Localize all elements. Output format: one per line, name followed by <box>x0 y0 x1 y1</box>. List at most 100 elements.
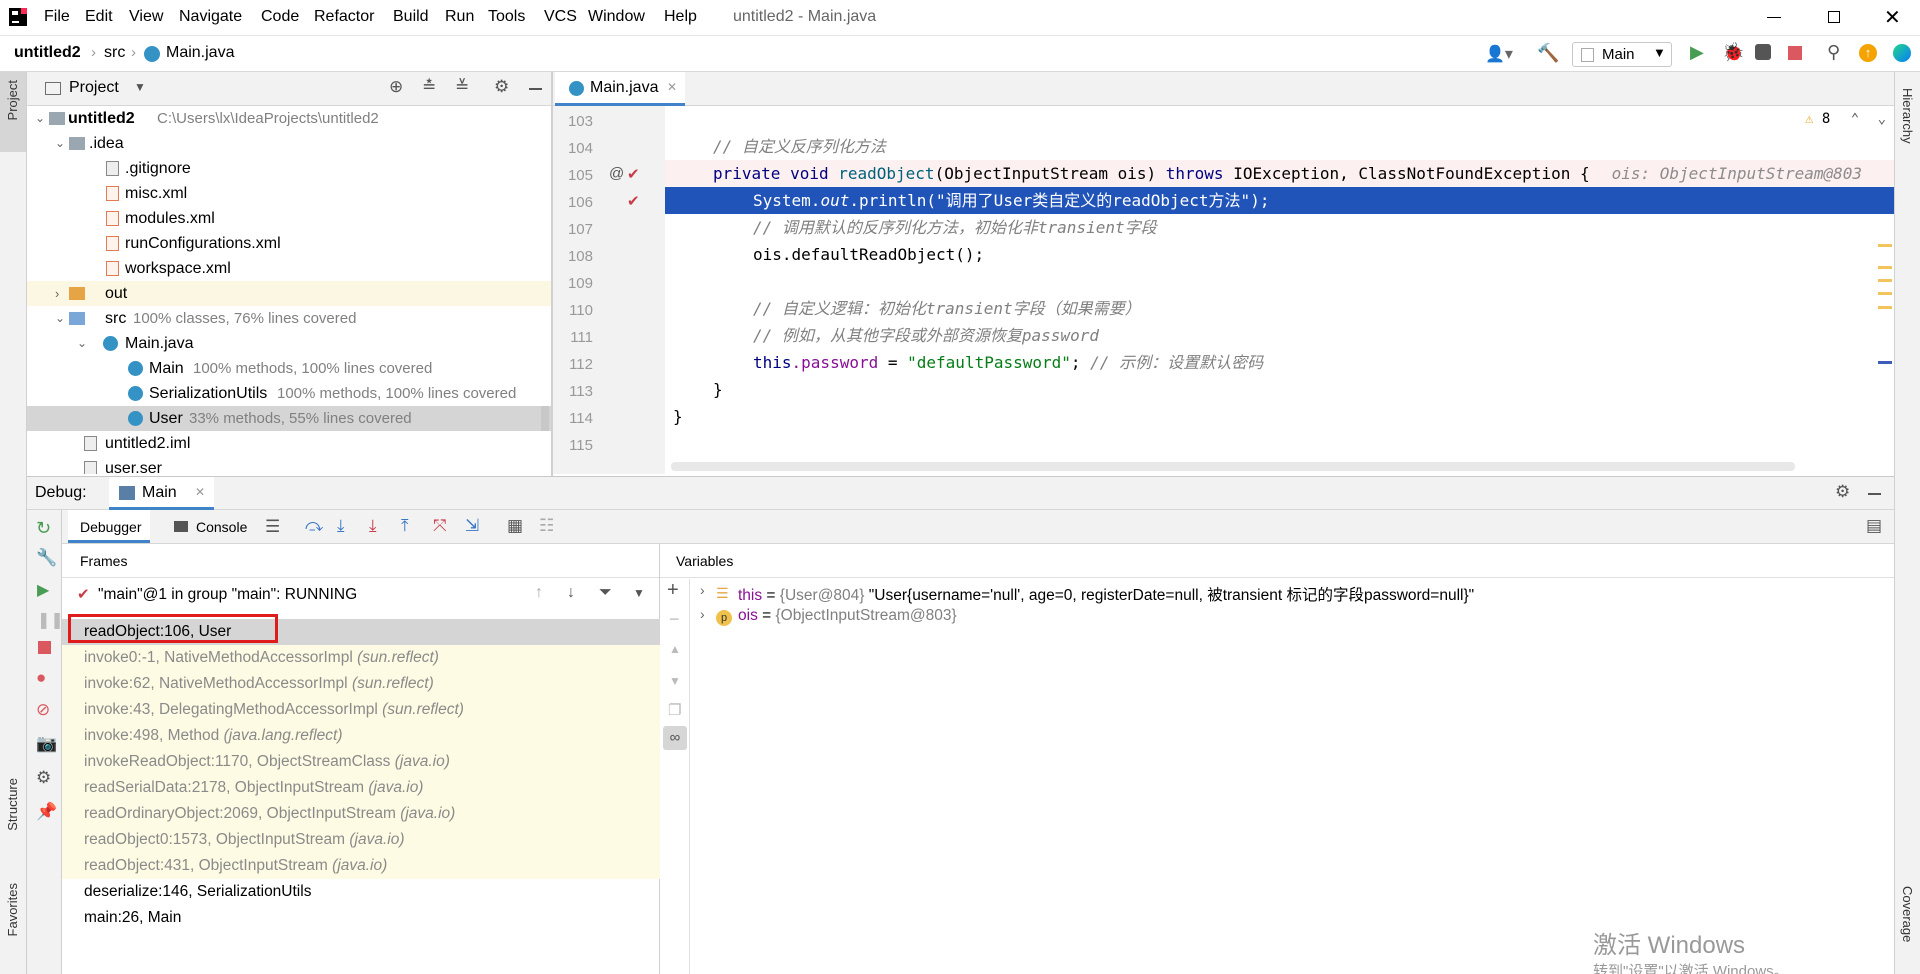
breadcrumb-file[interactable]: Main.java <box>166 44 234 62</box>
step-out-icon[interactable]: ⤒ <box>401 516 409 536</box>
warning-indicator[interactable]: ⚠ 8 ⌃ ⌄ <box>1805 111 1886 127</box>
stop-icon[interactable] <box>38 641 51 654</box>
restore-icon[interactable] <box>1828 11 1840 23</box>
modify-run-config-icon[interactable]: 🔧 <box>36 548 57 568</box>
gear-icon[interactable]: ⚙ <box>494 77 509 97</box>
tree-row-gitignore[interactable]: .gitignore <box>27 156 551 181</box>
stack-frame[interactable]: invoke0:-1, NativeMethodAccessorImpl (su… <box>62 645 660 671</box>
tree-row-class-serialization[interactable]: SerializationUtils 100% methods, 100% li… <box>27 381 551 406</box>
pin-icon[interactable]: 📌 <box>36 802 57 822</box>
previous-highlight-icon[interactable]: ⌃ <box>1851 111 1859 127</box>
stack-frame[interactable]: invoke:43, DelegatingMethodAccessorImpl … <box>62 697 660 723</box>
layout-settings-icon[interactable]: ▤ <box>1866 516 1882 536</box>
tab-main-java[interactable]: Main.java ✕ <box>555 72 685 106</box>
stack-frame[interactable]: readObject0:1573, ObjectInputStream (jav… <box>62 827 660 853</box>
hierarchy-tool-tab[interactable]: Hierarchy <box>1895 82 1920 172</box>
gear-icon[interactable]: ⚙ <box>1835 482 1850 502</box>
stack-frame[interactable]: invokeReadObject:1170, ObjectStreamClass… <box>62 749 660 775</box>
menu-run[interactable]: Run <box>445 8 474 26</box>
debug-icon[interactable]: 🐞 <box>1722 42 1744 63</box>
mute-breakpoints-icon[interactable]: ⊘ <box>36 700 50 720</box>
project-scrollbar[interactable] <box>541 406 549 431</box>
chevron-down-icon[interactable]: ▼ <box>134 80 146 94</box>
tree-row-runconfigurations[interactable]: runConfigurations.xml <box>27 231 551 256</box>
structure-tool-tab[interactable]: Structure <box>0 772 26 852</box>
tree-row-modules[interactable]: modules.xml <box>27 206 551 231</box>
tree-row-mainjava[interactable]: ⌄ Main.java <box>27 331 551 356</box>
threads-layout-icon[interactable]: ☰ <box>265 517 280 537</box>
view-breakpoints-icon[interactable]: ● <box>36 668 46 688</box>
menu-help[interactable]: Help <box>664 8 697 26</box>
stack-frame[interactable]: readOrdinaryObject:2069, ObjectInputStre… <box>62 801 660 827</box>
menu-edit[interactable]: Edit <box>85 8 113 26</box>
tree-row-root[interactable]: ⌄ untitled2 C:\Users\lx\IdeaProjects\unt… <box>27 106 551 131</box>
error-stripe-marker[interactable] <box>1878 266 1892 269</box>
project-view-title[interactable]: Project <box>69 79 119 97</box>
menu-navigate[interactable]: Navigate <box>179 8 242 26</box>
chevron-right-icon[interactable]: › <box>700 606 705 622</box>
stack-frame[interactable]: main:26, Main <box>62 905 660 931</box>
close-tab-icon[interactable]: ✕ <box>667 80 677 94</box>
breadcrumb-project[interactable]: untitled2 <box>14 44 81 62</box>
rerun-icon[interactable]: ↻ <box>36 518 51 539</box>
menu-build[interactable]: Build <box>393 8 429 26</box>
menu-view[interactable]: View <box>129 8 163 26</box>
stop-icon[interactable] <box>1788 46 1802 60</box>
menu-tools[interactable]: Tools <box>488 8 525 26</box>
tree-row-class-main[interactable]: Main 100% methods, 100% lines covered <box>27 356 551 381</box>
run-to-cursor-icon[interactable]: ⇲ <box>465 516 479 536</box>
locate-icon[interactable]: ⊕ <box>389 77 403 97</box>
minimize-icon[interactable] <box>1767 17 1781 18</box>
close-window-icon[interactable]: ✕ <box>1884 5 1901 30</box>
stack-frame[interactable]: readObject:431, ObjectInputStream (java.… <box>62 853 660 879</box>
menu-window[interactable]: Window <box>588 8 645 26</box>
breadcrumb-src[interactable]: src <box>104 44 125 62</box>
error-stripe-marker[interactable] <box>1878 361 1892 364</box>
breakpoint-icon[interactable]: ✔ <box>627 192 640 210</box>
tree-row-class-user[interactable]: User 33% methods, 55% lines covered <box>27 406 551 431</box>
tab-debugger[interactable]: Debugger <box>68 510 150 543</box>
run-icon[interactable]: ▶ <box>1690 42 1704 63</box>
variable-row-this[interactable]: › ☰ this = {User@804} "User{username='nu… <box>690 582 1890 606</box>
error-stripe-marker[interactable] <box>1878 292 1892 295</box>
error-stripe-marker[interactable] <box>1878 244 1892 247</box>
user-icon[interactable]: 👤▾ <box>1485 44 1513 64</box>
tab-console[interactable]: Console <box>162 510 262 543</box>
thread-selector[interactable]: ✔ "main"@1 in group "main": RUNNING ↑ ↓ … <box>62 580 659 610</box>
hide-panel-icon[interactable] <box>1868 493 1881 495</box>
tree-row-userser[interactable]: user.ser <box>27 456 551 474</box>
debug-session-tab[interactable]: Main ✕ <box>109 477 214 510</box>
favorites-tool-tab[interactable]: Favorites <box>0 877 26 967</box>
tree-row-misc[interactable]: misc.xml <box>27 181 551 206</box>
stack-frame[interactable]: invoke:62, NativeMethodAccessorImpl (sun… <box>62 671 660 697</box>
force-step-into-icon[interactable]: ⤓ <box>369 516 377 536</box>
build-hammer-icon[interactable]: 🔨 <box>1537 43 1559 64</box>
error-stripe-marker[interactable] <box>1878 279 1892 282</box>
add-watch-icon[interactable]: + <box>667 579 679 602</box>
chevron-right-icon[interactable]: › <box>700 582 705 598</box>
breakpoint-icon[interactable]: ✔ <box>627 165 640 183</box>
filter-icon[interactable]: ⏷ <box>599 584 612 602</box>
toolbox-icon[interactable] <box>1893 44 1911 62</box>
code-editor[interactable]: // 自定义反序列化方法 private void readObject(Obj… <box>665 106 1894 474</box>
menu-refactor[interactable]: Refactor <box>314 8 374 26</box>
tree-row-out[interactable]: › out <box>27 281 551 306</box>
menu-vcs[interactable]: VCS <box>544 8 577 26</box>
glasses-icon[interactable]: ∞ <box>663 726 687 750</box>
stack-frame[interactable]: invoke:498, Method (java.lang.reflect) <box>62 723 660 749</box>
coverage-icon[interactable] <box>1755 44 1771 60</box>
menu-code[interactable]: Code <box>261 8 299 26</box>
expand-all-icon[interactable]: ≛ <box>422 77 436 97</box>
run-config-select[interactable]: Main ▼ <box>1572 42 1672 67</box>
tree-row-iml[interactable]: untitled2.iml <box>27 431 551 456</box>
project-tool-tab[interactable]: Project <box>0 72 26 152</box>
tree-row-workspace[interactable]: workspace.xml <box>27 256 551 281</box>
override-annotation-icon[interactable]: @ <box>609 165 624 182</box>
previous-frame-icon[interactable]: ↑ <box>535 584 543 602</box>
next-highlight-icon[interactable]: ⌄ <box>1878 111 1886 127</box>
drop-frame-icon[interactable]: ⤧ <box>433 516 447 536</box>
hide-panel-icon[interactable] <box>529 88 542 90</box>
stack-frame[interactable]: deserialize:146, SerializationUtils <box>62 879 660 905</box>
camera-icon[interactable]: 📷 <box>36 734 57 754</box>
step-over-icon[interactable]: ⤼ <box>305 516 323 536</box>
